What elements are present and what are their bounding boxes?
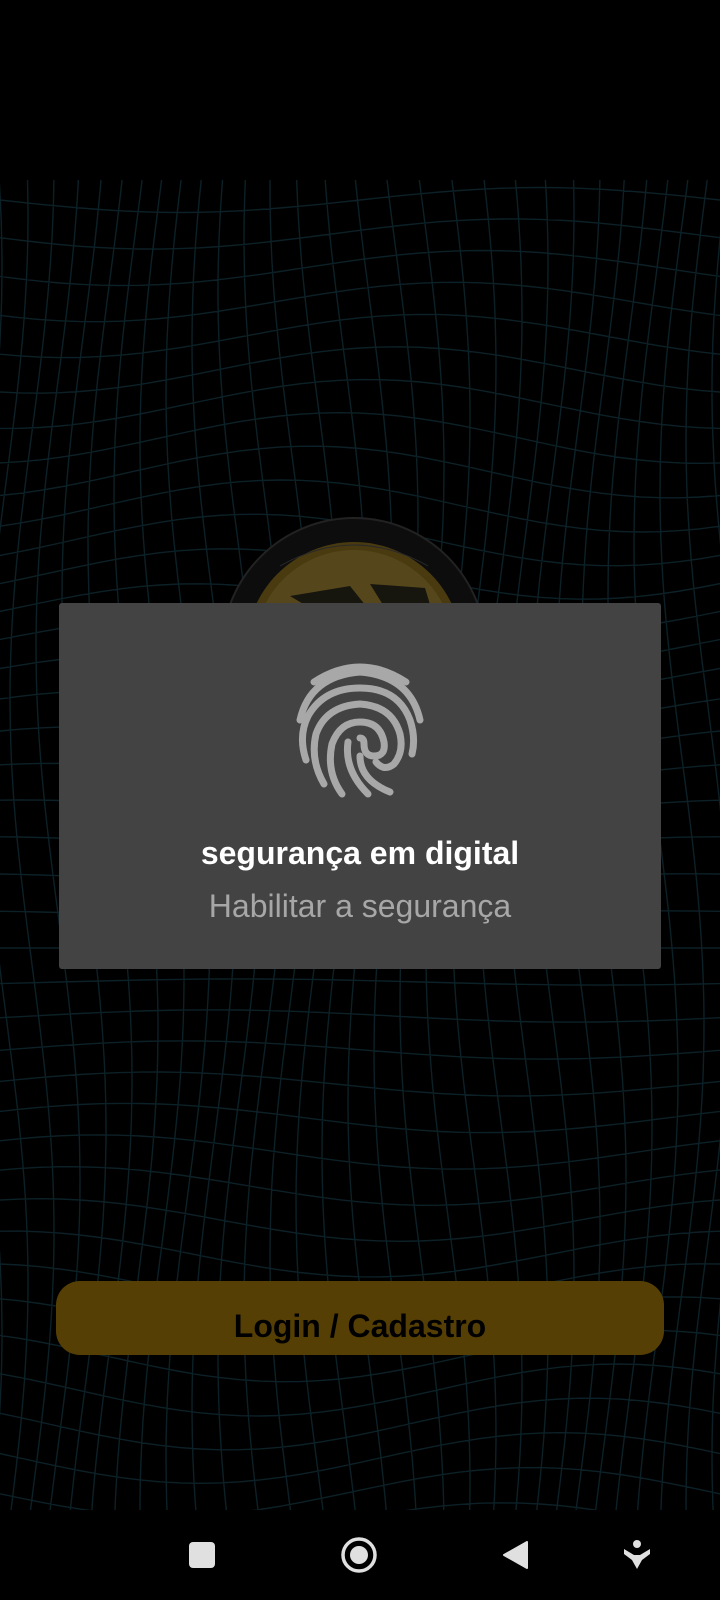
system-navigation-bar — [0, 1510, 720, 1600]
fingerprint-icon — [296, 663, 424, 798]
accessibility-icon — [624, 1540, 650, 1569]
dialog-title: segurança em digital — [200, 835, 520, 871]
fingerprint-dialog: segurança em digital Habilitar a seguran… — [59, 603, 661, 969]
dialog-subtitle: Habilitar a segurança — [208, 888, 512, 924]
accessibility-button[interactable] — [612, 1530, 662, 1580]
square-icon — [189, 1542, 215, 1568]
circle-icon — [341, 1537, 377, 1573]
recents-button[interactable] — [177, 1530, 227, 1580]
back-button[interactable] — [490, 1530, 540, 1580]
app-screen: Login / Cadastro segurança em digital Ha… — [0, 0, 720, 1600]
back-triangle-icon — [503, 1541, 528, 1569]
home-button[interactable] — [334, 1530, 384, 1580]
